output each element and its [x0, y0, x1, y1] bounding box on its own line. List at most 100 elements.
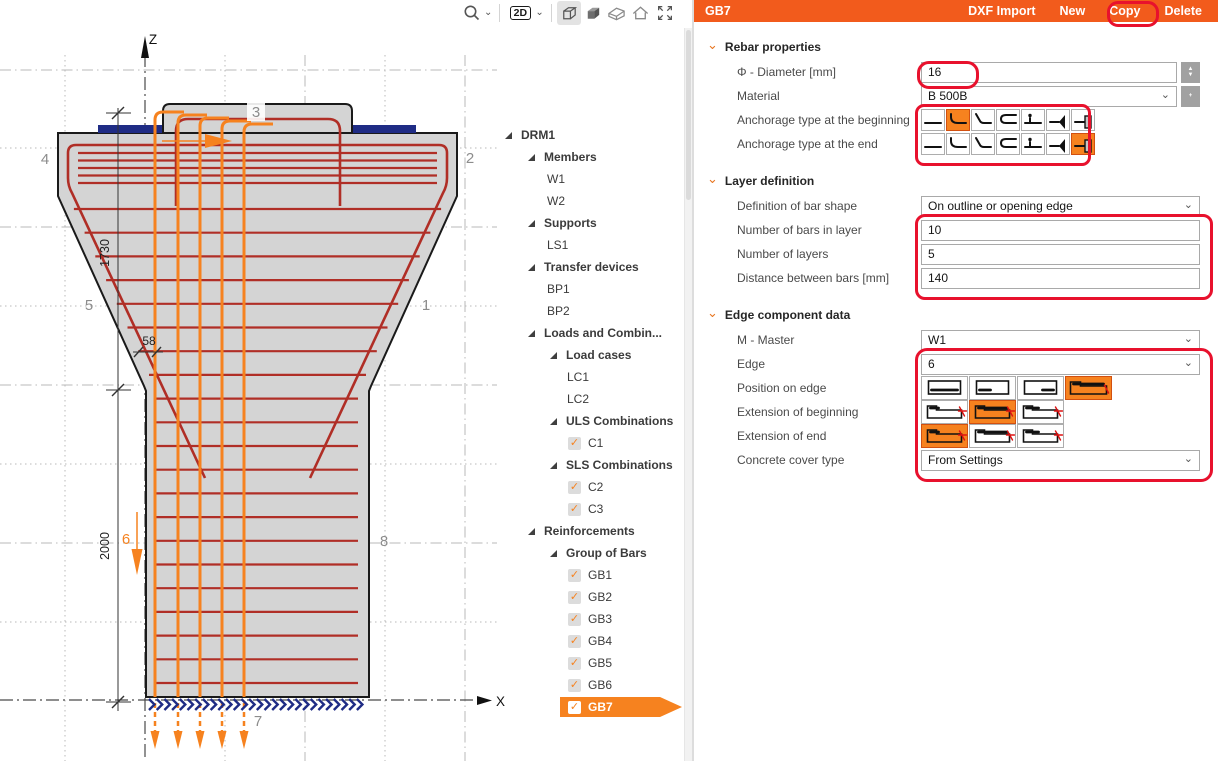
tree-item-uls-combinations[interactable]: ULS Combinations	[500, 410, 690, 432]
bearing-plate-left[interactable]	[98, 125, 162, 133]
tree-item-bp2[interactable]: BP2	[500, 300, 690, 322]
bar-distance-input[interactable]: 140	[921, 268, 1200, 289]
expander-icon[interactable]	[528, 220, 535, 227]
section-rebar-properties[interactable]: ⌄ Rebar properties	[694, 34, 1218, 60]
checkbox[interactable]: ✓	[568, 701, 581, 714]
expander-icon[interactable]	[505, 132, 512, 139]
tree-item-gb7-selected[interactable]: ✓GB7	[500, 696, 690, 718]
new-button[interactable]: New	[1060, 4, 1086, 18]
anchor-head-icon-button[interactable]	[1071, 109, 1095, 131]
home-view-button[interactable]	[629, 1, 653, 25]
tree-item-drm1[interactable]: DRM1	[500, 124, 690, 146]
chevron-down-icon[interactable]: ⌄	[484, 7, 492, 18]
fit-view-button[interactable]	[653, 1, 677, 25]
cover-type-select[interactable]: From Settings⌄	[921, 450, 1200, 471]
tree-item-group-of-bars[interactable]: Group of Bars	[500, 542, 690, 564]
tree-item-supports[interactable]: Supports	[500, 212, 690, 234]
tree-item-transfer-devices[interactable]: Transfer devices	[500, 256, 690, 278]
tree-scrollbar[interactable]	[684, 28, 692, 761]
scrollbar-thumb[interactable]	[686, 30, 691, 200]
checkbox[interactable]: ✓	[568, 613, 581, 626]
tree-item-w2[interactable]: W2	[500, 190, 690, 212]
expander-icon[interactable]	[528, 154, 535, 161]
checkbox[interactable]: ✓	[568, 437, 581, 450]
expander-icon[interactable]	[550, 550, 557, 557]
expander-icon[interactable]	[550, 418, 557, 425]
dxf-import-button[interactable]: DXF Import	[968, 4, 1035, 18]
number-of-layers-input[interactable]: 5	[921, 244, 1200, 265]
welded-cross-bar-icon-button[interactable]	[1021, 109, 1045, 131]
tree-item-w1[interactable]: W1	[500, 168, 690, 190]
bearing-plate-right[interactable]	[353, 125, 416, 133]
tree-item-bp1[interactable]: BP1	[500, 278, 690, 300]
tree-item-lc1[interactable]: LC1	[500, 366, 690, 388]
tree-item-lc2[interactable]: LC2	[500, 388, 690, 410]
checkbox[interactable]: ✓	[568, 591, 581, 604]
checkbox[interactable]: ✓	[568, 657, 581, 670]
spinner-down-icon[interactable]: ▼	[1188, 72, 1194, 78]
tree-item-c2[interactable]: ✓C2	[500, 476, 690, 498]
bend-icon-button[interactable]	[971, 109, 995, 131]
tree-item-c3[interactable]: ✓C3	[500, 498, 690, 520]
copy-button[interactable]: Copy	[1109, 4, 1140, 18]
anchor-head-icon-button[interactable]	[1071, 133, 1095, 155]
delete-button[interactable]: Delete	[1164, 4, 1202, 18]
expander-icon[interactable]	[528, 528, 535, 535]
tree-item-gb4[interactable]: ✓GB4	[500, 630, 690, 652]
tree-item-gb3[interactable]: ✓GB3	[500, 608, 690, 630]
long-bar-icon-button[interactable]	[969, 424, 1016, 448]
chevron-down-icon[interactable]: ⌄	[535, 7, 543, 18]
start-part-icon-button[interactable]	[969, 376, 1016, 400]
mid-bar-icon-button[interactable]	[1017, 400, 1064, 424]
tree-item-gb5[interactable]: ✓GB5	[500, 652, 690, 674]
straight-icon-button[interactable]	[921, 133, 945, 155]
hook-icon-button[interactable]	[946, 133, 970, 155]
anchor-plate-icon-button[interactable]	[1046, 133, 1070, 155]
expander-icon[interactable]	[528, 330, 535, 337]
zoom-tool-button[interactable]	[460, 1, 484, 25]
tree-item-ls1[interactable]: LS1	[500, 234, 690, 256]
short-bar-icon-button[interactable]	[921, 424, 968, 448]
tree-item-gb6[interactable]: ✓GB6	[500, 674, 690, 696]
tree-item-c1[interactable]: ✓C1	[500, 432, 690, 454]
add-material-button[interactable]: +	[1181, 86, 1200, 107]
loop-icon-button[interactable]	[996, 109, 1020, 131]
section-edge-component-data[interactable]: ⌄ Edge component data	[694, 302, 1218, 328]
loop-icon-button[interactable]	[996, 133, 1020, 155]
checkbox[interactable]: ✓	[568, 481, 581, 494]
checkbox[interactable]: ✓	[568, 679, 581, 692]
tree-item-gb1[interactable]: ✓GB1	[500, 564, 690, 586]
wireframe-view-button[interactable]	[557, 1, 581, 25]
checkbox[interactable]: ✓	[568, 569, 581, 582]
short-bar-icon-button[interactable]	[921, 400, 968, 424]
edge-select[interactable]: 6⌄	[921, 354, 1200, 375]
tree-item-loads-and-combinations[interactable]: Loads and Combin...	[500, 322, 690, 344]
bar-shape-select[interactable]: On outline or opening edge⌄	[921, 196, 1200, 217]
bend-icon-button[interactable]	[971, 133, 995, 155]
tree-item-members[interactable]: Members	[500, 146, 690, 168]
mid-bar-icon-button[interactable]	[1017, 424, 1064, 448]
expander-icon[interactable]	[528, 264, 535, 271]
diameter-input[interactable]: 16	[921, 62, 1177, 83]
stepped-custom-icon-button[interactable]	[1065, 376, 1112, 400]
expander-icon[interactable]	[550, 352, 557, 359]
material-select[interactable]: B 500B⌄	[921, 86, 1177, 107]
collapse-chevron-icon[interactable]: ⌄	[707, 171, 718, 187]
tree-item-load-cases[interactable]: Load cases	[500, 344, 690, 366]
section-view-button[interactable]	[605, 1, 629, 25]
bars-in-layer-input[interactable]: 10	[921, 220, 1200, 241]
anchor-plate-icon-button[interactable]	[1046, 109, 1070, 131]
checkbox[interactable]: ✓	[568, 635, 581, 648]
master-select[interactable]: W1⌄	[921, 330, 1200, 351]
welded-cross-bar-icon-button[interactable]	[1021, 133, 1045, 155]
hook-icon-button[interactable]	[946, 109, 970, 131]
section-layer-definition[interactable]: ⌄ Layer definition	[694, 168, 1218, 194]
checkbox[interactable]: ✓	[568, 503, 581, 516]
tree-item-sls-combinations[interactable]: SLS Combinations	[500, 454, 690, 476]
tree-item-reinforcements[interactable]: Reinforcements	[500, 520, 690, 542]
expander-icon[interactable]	[550, 462, 557, 469]
collapse-chevron-icon[interactable]: ⌄	[707, 37, 718, 53]
tree-item-gb2[interactable]: ✓GB2	[500, 586, 690, 608]
solid-view-button[interactable]	[581, 1, 605, 25]
whole-edge-icon-button[interactable]	[921, 376, 968, 400]
